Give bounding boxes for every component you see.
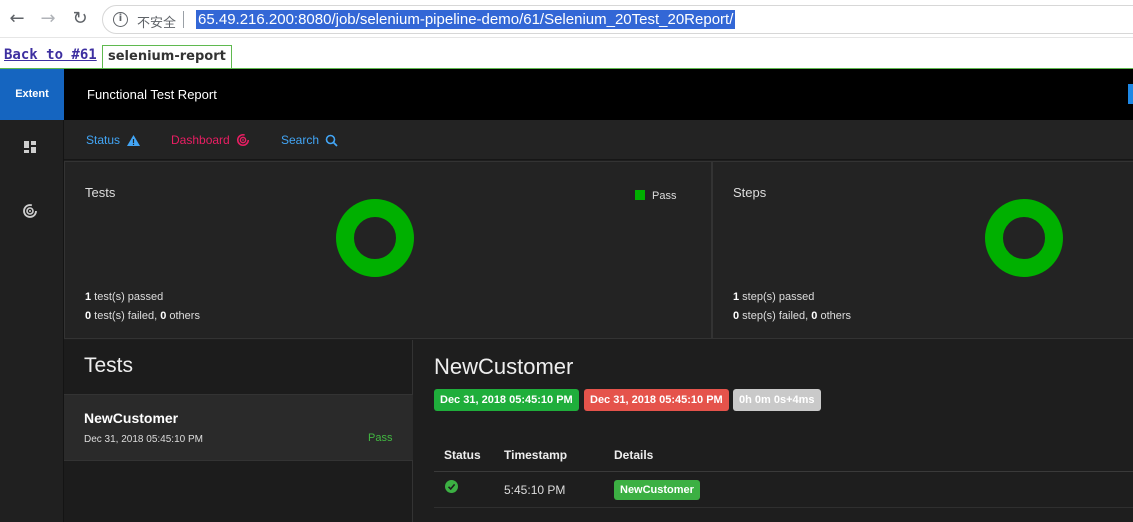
info-icon[interactable]: i <box>113 12 128 27</box>
check-circle-icon <box>445 480 458 493</box>
back-arrow-icon[interactable]: ← <box>6 8 28 30</box>
tests-others-text: others <box>166 310 200 322</box>
back-to-build-link[interactable]: Back to #61 <box>4 47 97 63</box>
tests-list-panel: Tests NewCustomer Dec 31, 2018 05:45:10 … <box>64 340 413 522</box>
sidebar: Extent <box>0 69 64 522</box>
browser-toolbar: ← → ↻ i 不安全 65.49.216.200:8080/job/selen… <box>0 0 1133 38</box>
table-divider <box>434 471 1133 472</box>
column-timestamp: Timestamp <box>504 448 568 462</box>
header-accent <box>1128 84 1133 104</box>
forward-arrow-icon[interactable]: → <box>37 8 59 30</box>
dashboard-grid-icon[interactable] <box>22 139 38 155</box>
table-row-divider <box>434 507 1133 508</box>
column-details: Details <box>614 448 654 462</box>
chart-legend: Pass <box>635 190 676 202</box>
steps-passed-text: step(s) passed <box>739 291 815 303</box>
status-filter-label: Status <box>86 133 121 147</box>
steps-others-text: others <box>817 310 852 322</box>
tests-card-title: Tests <box>85 185 116 200</box>
steps-card-title: Steps <box>733 185 767 200</box>
dashboard-link[interactable]: Dashboard <box>171 133 250 147</box>
search-link-label: Search <box>281 133 320 147</box>
tests-passed-text: test(s) passed <box>91 291 164 303</box>
extent-logo[interactable]: Extent <box>0 69 64 120</box>
test-name: NewCustomer <box>84 410 179 426</box>
search-link[interactable]: Search <box>281 133 338 147</box>
steps-passed-summary: 1 step(s) passed <box>733 291 814 303</box>
tests-summary-card: Tests Pass 1 test(s) passed 0 test(s) fa… <box>64 161 712 339</box>
tests-failed-text: test(s) failed, <box>91 310 161 322</box>
report-subnav: Status Dashboard Search <box>64 120 1133 160</box>
steps-summary-card: Steps 1 step(s) passed 0 step(s) failed,… <box>712 161 1133 339</box>
legend-pass-label: Pass <box>652 190 677 202</box>
tests-failed-summary: 0 test(s) failed, 0 others <box>85 310 200 322</box>
step-timestamp: 5:45:10 PM <box>504 483 566 497</box>
reload-icon[interactable]: ↻ <box>69 8 91 30</box>
steps-failed-summary: 0 step(s) failed, 0 others <box>733 310 851 322</box>
steps-donut-chart <box>985 199 1063 277</box>
dashboard-link-label: Dashboard <box>171 133 230 147</box>
warning-triangle-icon <box>127 135 141 146</box>
test-status: Pass <box>368 432 393 444</box>
steps-pass-slice <box>985 199 1063 277</box>
end-time-badge: Dec 31, 2018 05:45:10 PM <box>584 389 729 411</box>
test-detail-panel: NewCustomer Dec 31, 2018 05:45:10 PM Dec… <box>414 340 1133 522</box>
address-bar[interactable]: i 不安全 65.49.216.200:8080/job/selenium-pi… <box>102 5 1133 34</box>
tests-donut-chart <box>336 199 414 277</box>
steps-failed-text: step(s) failed, <box>739 310 812 322</box>
pass-swatch <box>635 190 645 200</box>
duration-badge: 0h 0m 0s+4ms <box>733 389 821 411</box>
report-title: Functional Test Report <box>87 87 217 102</box>
column-status: Status <box>444 448 481 462</box>
tab-selenium-report[interactable]: selenium-report <box>102 45 232 68</box>
status-filter[interactable]: Status <box>86 133 141 147</box>
detail-test-name: NewCustomer <box>434 354 574 379</box>
radar-icon <box>236 133 249 147</box>
radar-icon[interactable] <box>22 203 38 219</box>
url-text[interactable]: 65.49.216.200:8080/job/selenium-pipeline… <box>196 10 736 29</box>
security-label: 不安全 <box>137 16 177 31</box>
tests-pass-slice <box>336 199 414 277</box>
step-details-label: NewCustomer <box>614 480 700 500</box>
tests-heading: Tests <box>84 354 134 377</box>
test-list-item[interactable]: NewCustomer Dec 31, 2018 05:45:10 PM Pas… <box>64 394 413 461</box>
search-icon <box>325 134 338 147</box>
address-separator <box>183 11 184 28</box>
tests-passed-summary: 1 test(s) passed <box>85 291 163 303</box>
report-header: Functional Test Report <box>64 69 1133 120</box>
jenkins-bar: Back to #61 selenium-report <box>0 38 1133 69</box>
start-time-badge: Dec 31, 2018 05:45:10 PM <box>434 389 579 411</box>
test-time: Dec 31, 2018 05:45:10 PM <box>84 434 203 445</box>
